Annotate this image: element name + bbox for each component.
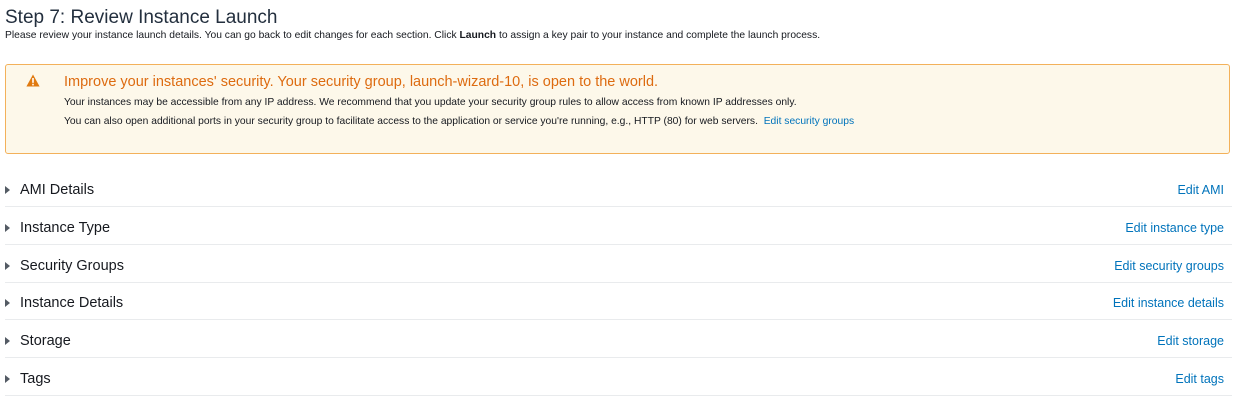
section-toggle-ami-details[interactable]: AMI Details: [5, 179, 94, 201]
section-tags: Tags Edit tags: [5, 368, 1232, 406]
edit-instance-details-link[interactable]: Edit instance details: [1113, 294, 1224, 312]
security-warning-alert: Improve your instances' security. Your s…: [5, 64, 1230, 154]
section-toggle-instance-type[interactable]: Instance Type: [5, 217, 110, 239]
caret-right-icon: [5, 261, 10, 270]
alert-edit-security-groups-link[interactable]: Edit security groups: [764, 116, 854, 127]
section-toggle-security-groups[interactable]: Security Groups: [5, 255, 124, 277]
caret-right-icon: [5, 299, 10, 308]
section-label: Instance Type: [20, 219, 111, 236]
caret-right-icon: [5, 337, 10, 346]
section-storage: Storage Edit storage: [5, 330, 1232, 368]
section-label: Tags: [20, 370, 51, 387]
page-description: Please review your instance launch detai…: [5, 29, 1232, 43]
caret-right-icon: [5, 374, 10, 383]
section-instance-type: Instance Type Edit instance type: [5, 217, 1232, 255]
section-label: Security Groups: [20, 257, 124, 274]
review-instance-launch-page: Step 7: Review Instance Launch Please re…: [5, 7, 1232, 396]
description-launch-bold: Launch: [459, 30, 497, 41]
section-label: AMI Details: [20, 182, 95, 198]
caret-right-icon: [5, 223, 10, 232]
section-label: Storage: [20, 333, 71, 350]
warning-icon: [26, 74, 40, 87]
description-text-end: to assign a key pair to your instance an…: [496, 30, 821, 41]
section-toggle-tags[interactable]: Tags: [5, 368, 51, 390]
edit-tags-link[interactable]: Edit tags: [1175, 370, 1224, 388]
section-toggle-instance-details[interactable]: Instance Details: [5, 292, 123, 314]
alert-message-line-1: Your instances may be accessible from an…: [64, 97, 797, 108]
edit-storage-link[interactable]: Edit storage: [1157, 332, 1224, 350]
caret-right-icon: [5, 186, 10, 194]
edit-security-groups-link[interactable]: Edit security groups: [1114, 257, 1224, 275]
section-security-groups: Security Groups Edit security groups: [5, 255, 1232, 293]
page-title: Step 7: Review Instance Launch: [5, 7, 278, 28]
review-sections: AMI Details Edit AMI Instance Type Edit …: [5, 179, 1232, 406]
alert-message-line-2-text: You can also open additional ports in yo…: [64, 116, 758, 127]
section-toggle-storage[interactable]: Storage: [5, 330, 71, 352]
section-label: Instance Details: [20, 295, 124, 312]
edit-instance-type-link[interactable]: Edit instance type: [1125, 219, 1224, 237]
alert-title: Improve your instances' security. Your s…: [64, 74, 659, 90]
description-text-start: Please review your instance launch detai…: [5, 30, 460, 41]
edit-ami-link[interactable]: Edit AMI: [1177, 181, 1224, 199]
section-ami-details: AMI Details Edit AMI: [5, 179, 1232, 217]
section-instance-details: Instance Details Edit instance details: [5, 292, 1232, 330]
alert-message-line-2: You can also open additional ports in yo…: [64, 115, 854, 129]
